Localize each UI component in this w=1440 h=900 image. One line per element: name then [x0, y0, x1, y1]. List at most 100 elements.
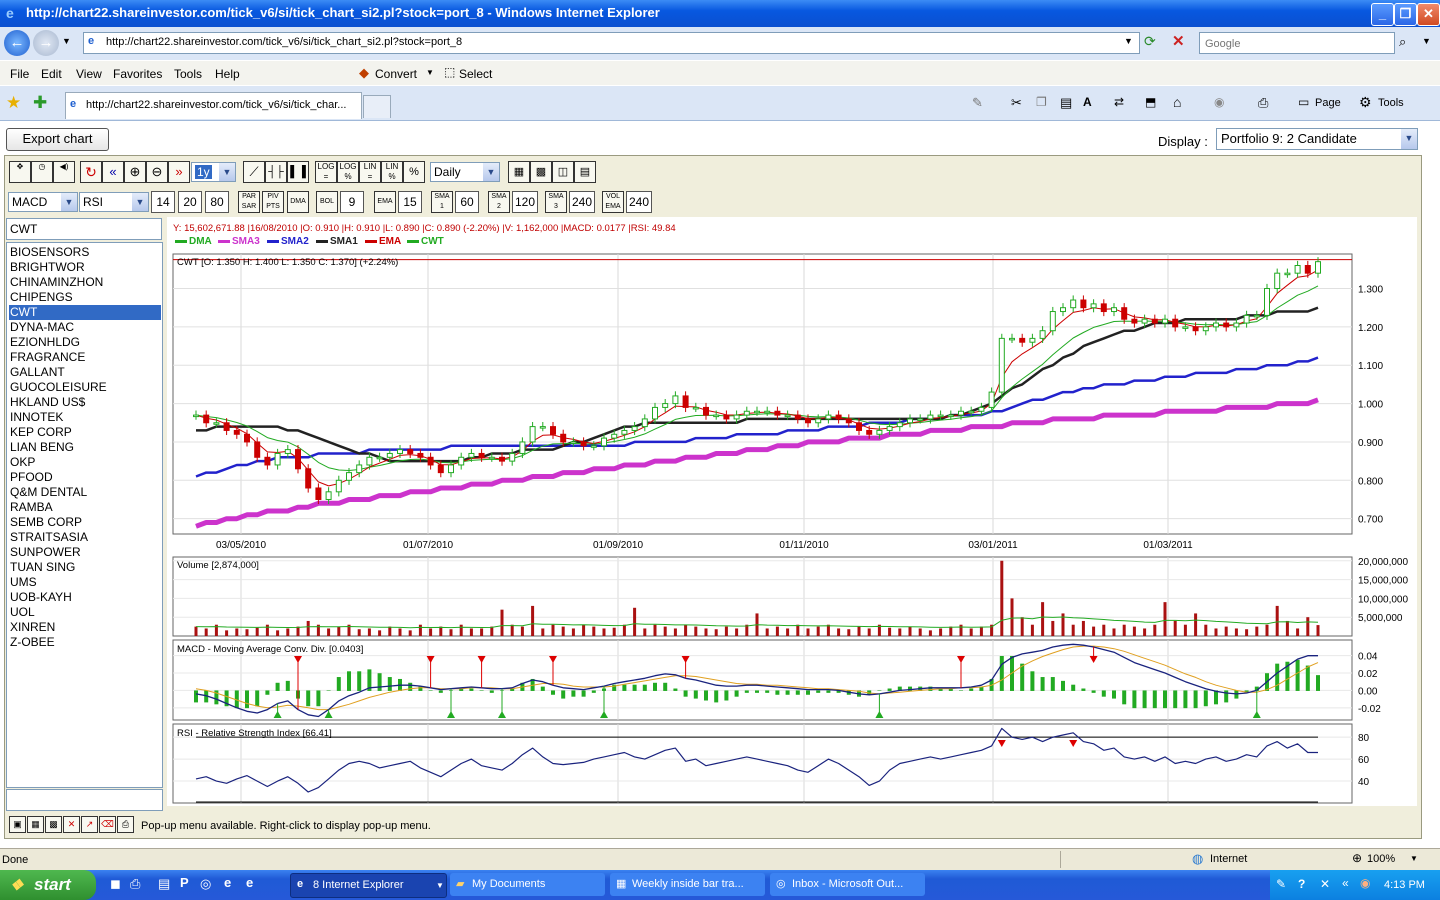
zoom-dropdown-icon[interactable]: ▼ — [1410, 854, 1418, 863]
macd-histogram-bar — [693, 690, 698, 699]
macd-histogram-bar — [1203, 690, 1208, 707]
candle-body — [1151, 318, 1158, 324]
bottom-open-icon[interactable]: ▣ — [9, 816, 26, 833]
volume-bar — [276, 630, 280, 636]
candle-body — [1009, 337, 1015, 341]
candle-body — [488, 456, 495, 460]
volume-bar — [1194, 613, 1198, 636]
bottom-save-icon[interactable]: ▦ — [27, 816, 44, 833]
macd-histogram-bar — [489, 690, 494, 693]
volume-bar — [1204, 624, 1208, 636]
candle-body — [1131, 318, 1138, 324]
candle-body — [886, 426, 893, 431]
candle-body — [1121, 307, 1128, 320]
candle-body — [1162, 318, 1168, 324]
macd-histogram-bar — [622, 684, 627, 691]
status-text: Done — [2, 854, 29, 866]
volume-bar — [1112, 628, 1116, 636]
macd-y-tick: -0.02 — [1358, 704, 1381, 715]
chart-svg[interactable]: 1.300 1.200 1.100 1.000 0.900 0.800 0.700 CWT [… — [0, 0, 1440, 900]
volume-bar — [429, 628, 433, 636]
quicklaunch-ie2-icon[interactable]: e — [246, 875, 253, 890]
volume-bar — [418, 624, 422, 636]
candle-body — [570, 441, 577, 444]
candle-body — [366, 456, 373, 466]
candle-body — [845, 418, 852, 424]
task-inbox-outlook[interactable]: ◎ Inbox - Microsoft Out... — [770, 873, 925, 896]
candle-body — [1029, 337, 1036, 343]
task-my-documents[interactable]: ▰ My Documents — [450, 873, 605, 896]
candle-body — [1080, 299, 1087, 309]
bottom-draw-icon[interactable]: ↗ — [81, 816, 98, 833]
tray-help-icon[interactable]: ? — [1298, 877, 1305, 891]
zoom-level[interactable]: 100% — [1367, 853, 1395, 865]
macd-histogram-bar — [245, 690, 249, 709]
candle-body — [703, 406, 709, 416]
candle-body — [274, 452, 281, 466]
macd-histogram-bar — [1173, 690, 1178, 709]
tray-tools-icon[interactable]: ✕ — [1320, 877, 1330, 891]
volume-bar — [255, 627, 259, 636]
bottom-erase-icon[interactable]: ⌫ — [99, 816, 116, 833]
macd-histogram-bar — [1214, 690, 1218, 705]
candle-body — [1294, 265, 1301, 274]
volume-bar — [643, 628, 647, 636]
volume-bar — [204, 628, 208, 636]
price-y-tick: 1.300 — [1358, 285, 1383, 296]
candle-body — [631, 426, 638, 431]
candle-body — [590, 445, 597, 448]
volume-bar — [1173, 620, 1177, 636]
macd-histogram-bar — [540, 686, 545, 691]
quicklaunch-docs-icon[interactable]: ▤ — [158, 876, 170, 892]
volume-bar — [602, 628, 606, 636]
quicklaunch-publisher-icon[interactable]: P — [180, 875, 189, 890]
bottom-grid-icon[interactable]: ▩ — [45, 816, 62, 833]
quicklaunch-ie-icon[interactable]: e — [224, 875, 231, 890]
quicklaunch-outlook-icon[interactable]: ◎ — [200, 876, 211, 892]
quicklaunch-blogger-icon[interactable]: ◼ — [110, 876, 121, 892]
price-x-tick: 03/05/2010 — [216, 540, 266, 551]
candle-body — [835, 414, 842, 420]
volume-bar — [306, 620, 310, 636]
candle-body — [529, 426, 536, 443]
volume-bar — [826, 624, 830, 636]
task-group-dropdown-icon[interactable]: ▼ — [436, 881, 444, 890]
candle-body — [580, 441, 587, 447]
price-x-tick: 01/07/2010 — [403, 540, 453, 551]
macd-histogram-bar — [1305, 665, 1310, 691]
volume-bar — [704, 628, 708, 636]
macd-histogram-bar — [408, 682, 413, 691]
candle-body — [876, 429, 883, 435]
volume-bar — [490, 626, 494, 636]
macd-histogram-bar — [734, 690, 739, 697]
task-internet-explorer[interactable]: e 8 Internet Explorer ▼ — [290, 873, 447, 898]
candle-body — [917, 418, 924, 421]
tray-pen-icon[interactable]: ✎ — [1276, 877, 1286, 891]
candle-body — [672, 395, 679, 405]
task-weekly-inside-bar[interactable]: ▦ Weekly inside bar tra... — [610, 873, 765, 896]
candle-body — [335, 479, 342, 493]
start-button[interactable]: ❖ start — [0, 870, 96, 900]
volume-bar — [1163, 602, 1167, 636]
macd-histogram-bar — [377, 673, 382, 691]
price-panel — [172, 253, 1353, 535]
volume-bar — [694, 626, 698, 636]
macd-histogram-bar — [673, 688, 678, 691]
macd-histogram-bar — [591, 690, 596, 693]
volume-bar — [622, 624, 626, 636]
volume-bar — [500, 609, 504, 636]
macd-histogram-bar — [285, 680, 290, 691]
macd-y-tick: 0.04 — [1358, 652, 1378, 663]
candle-body — [682, 395, 689, 408]
macd-histogram-bar — [1050, 677, 1055, 691]
volume-bar — [949, 626, 953, 636]
bottom-print-icon[interactable]: ⎙ — [117, 816, 134, 833]
candle-body — [213, 422, 220, 425]
bottom-delete-icon[interactable]: ✕ — [63, 816, 80, 833]
tray-network-icon[interactable]: ◉ — [1360, 876, 1370, 890]
volume-y-tick: 20,000,000 — [1358, 557, 1408, 568]
candle-body — [907, 418, 913, 424]
tray-arrow-icon[interactable]: « — [1342, 876, 1349, 890]
quicklaunch-printer-icon[interactable]: ⎙ — [130, 876, 140, 892]
task-inbox-label: Inbox - Microsoft Out... — [792, 878, 904, 890]
